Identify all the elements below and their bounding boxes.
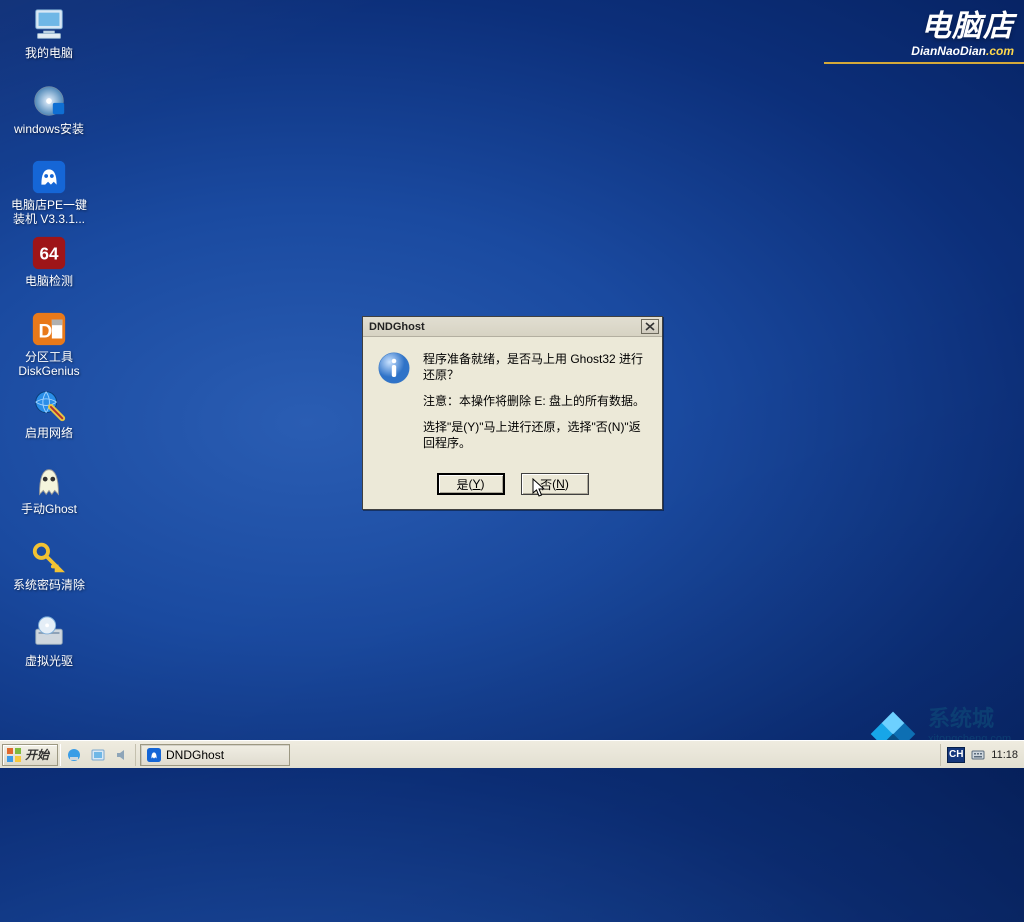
disc-icon — [30, 82, 68, 120]
brand-en-prefix: DianNaoDian — [911, 44, 986, 58]
yes-label: 是 — [456, 476, 468, 493]
ghost-white-icon — [30, 462, 68, 500]
icon-label: 我的电脑 — [25, 46, 73, 60]
opt-drive-icon — [30, 614, 68, 652]
ql-network-icon[interactable] — [65, 746, 83, 764]
close-button[interactable] — [641, 319, 659, 334]
language-indicator[interactable]: CH — [947, 747, 965, 763]
svg-text:D: D — [39, 322, 53, 343]
icon-label: windows安装 — [14, 122, 84, 136]
info-icon — [377, 351, 411, 385]
keyboard-icon[interactable] — [971, 748, 985, 762]
dialog-line1: 程序准备就绪，是否马上用 Ghost32 进行还原？ — [423, 351, 648, 383]
task-item-label: DNDGhost — [166, 748, 224, 762]
watermark-cn: 系统城 — [928, 706, 994, 731]
svg-text:64: 64 — [39, 245, 59, 264]
yes-accel: Y — [473, 477, 481, 491]
dialog-title: DNDGhost — [366, 321, 641, 333]
icon-enable-network[interactable]: 启用网络 — [6, 386, 92, 460]
no-accel: N — [556, 477, 565, 491]
brand-underline — [824, 62, 1024, 64]
icon-label: 启用网络 — [25, 426, 73, 440]
dialog-titlebar[interactable]: DNDGhost — [363, 317, 662, 337]
dialog-body: 程序准备就绪，是否马上用 Ghost32 进行还原？ 注意：本操作将删除 E: … — [363, 337, 662, 467]
taskbar-item-dndghost[interactable]: DNDGhost — [140, 744, 290, 766]
dialog-line3: 选择"是(Y)"马上进行还原，选择"否(N)"返回程序。 — [423, 419, 648, 451]
icon-pc-detect[interactable]: 64 电脑检测 — [6, 234, 92, 308]
ql-sound-icon[interactable] — [113, 746, 131, 764]
globe-net-icon — [30, 386, 68, 424]
ghost-blue-icon — [30, 158, 68, 196]
icon-label: 系统密码清除 — [13, 578, 85, 592]
icon-windows-install[interactable]: windows安装 — [6, 82, 92, 156]
no-button[interactable]: 否(N) — [521, 473, 589, 495]
no-label: 否 — [540, 476, 552, 493]
brand-en-suffix: .com — [986, 44, 1014, 58]
icon-label: 电脑检测 — [25, 274, 73, 288]
dialog-text: 程序准备就绪，是否马上用 Ghost32 进行还原？ 注意：本操作将删除 E: … — [423, 351, 648, 461]
yes-button[interactable]: 是(Y) — [437, 473, 505, 495]
monitor-icon — [30, 6, 68, 44]
icon-virtual-drive[interactable]: 虚拟光驱 — [6, 614, 92, 688]
brand-logo: 电脑店 DianNaoDian.com — [911, 12, 1014, 58]
brand-cn: 电脑店 — [911, 12, 1014, 42]
quick-launch — [60, 744, 136, 766]
desktop-icons: 我的电脑 windows安装 电脑店PE一键装机 V3.3.1... — [6, 6, 92, 690]
key-icon — [30, 538, 68, 576]
brand-en: DianNaoDian.com — [911, 44, 1014, 58]
dndghost-dialog: DNDGhost 程序准备就绪，是否马上用 Ghost32 进行还原？ 注意：本… — [362, 316, 663, 510]
taskbar: 开始 DNDGhost CH 11:18 — [0, 740, 1024, 768]
dialog-line2: 注意：本操作将删除 E: 盘上的所有数据。 — [423, 393, 648, 409]
sixtyfour-icon: 64 — [30, 234, 68, 272]
icon-label: 电脑店PE一键装机 V3.3.1... — [7, 198, 91, 226]
dialog-buttons: 是(Y) 否(N) — [363, 467, 662, 509]
system-tray: CH 11:18 — [940, 744, 1024, 766]
icon-label: 手动Ghost — [21, 502, 77, 516]
icon-diskgenius[interactable]: D 分区工具DiskGenius — [6, 310, 92, 384]
icon-my-computer[interactable]: 我的电脑 — [6, 6, 92, 80]
taskbar-clock[interactable]: 11:18 — [991, 749, 1018, 761]
ql-explorer-icon[interactable] — [89, 746, 107, 764]
icon-clear-password[interactable]: 系统密码清除 — [6, 538, 92, 612]
icon-dnd-pe[interactable]: 电脑店PE一键装机 V3.3.1... — [6, 158, 92, 232]
start-label: 开始 — [25, 746, 49, 763]
windows-flag-icon — [7, 748, 21, 762]
task-app-icon — [147, 748, 161, 762]
diskgenius-icon: D — [30, 310, 68, 348]
icon-manual-ghost[interactable]: 手动Ghost — [6, 462, 92, 536]
icon-label: 分区工具DiskGenius — [7, 350, 91, 378]
start-button[interactable]: 开始 — [2, 744, 58, 766]
icon-label: 虚拟光驱 — [25, 654, 73, 668]
